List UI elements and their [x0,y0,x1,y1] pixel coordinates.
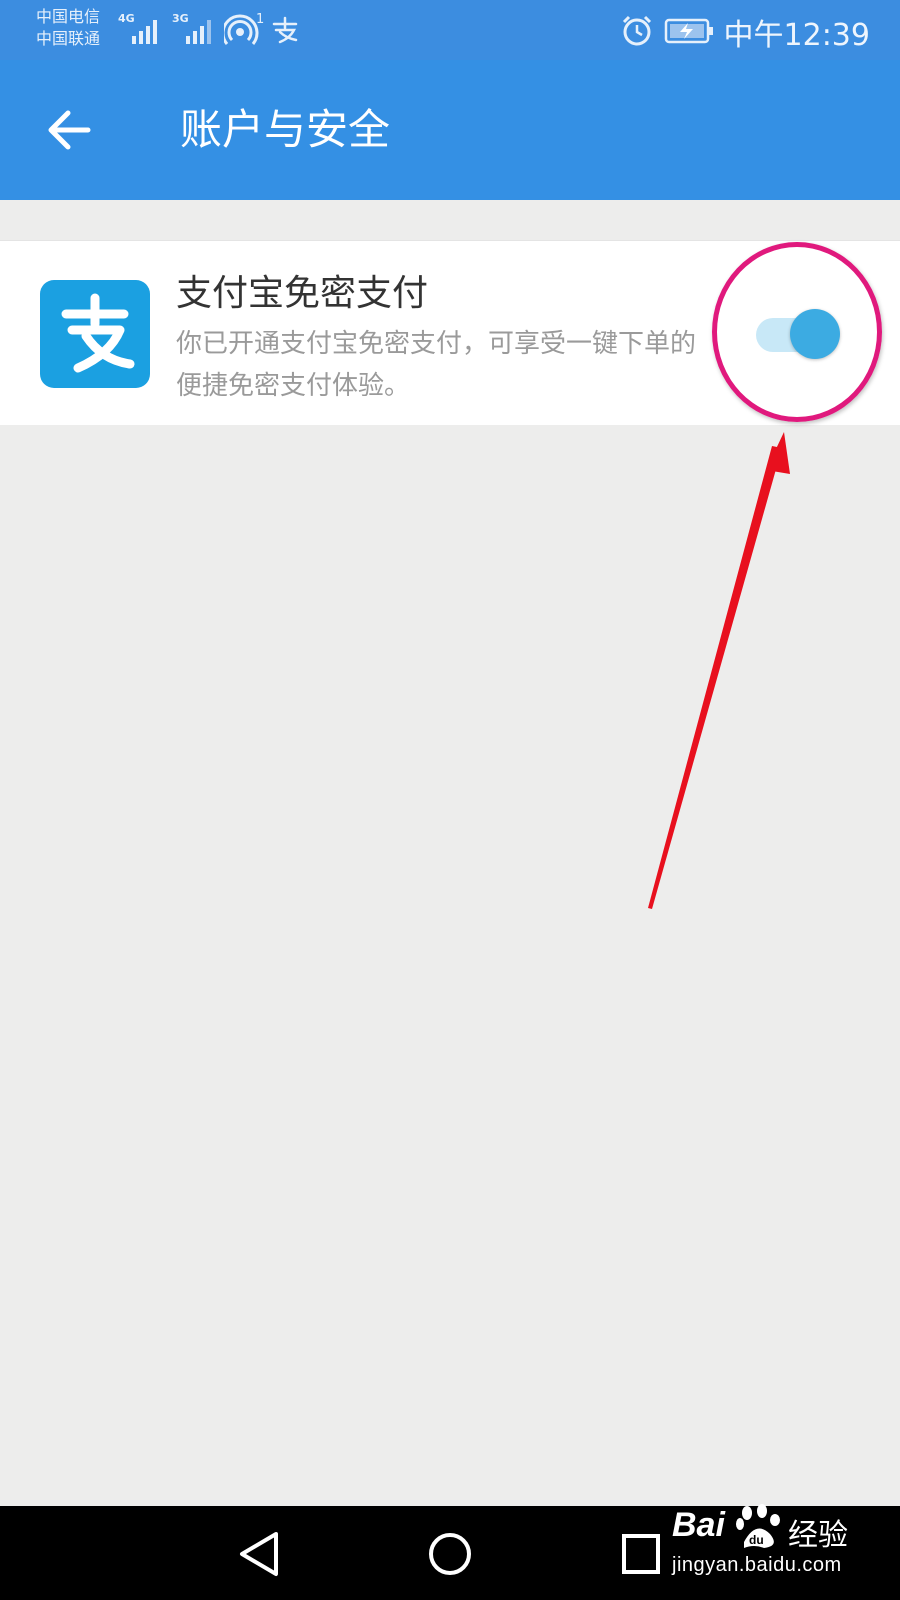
page-title: 账户与安全 [180,105,391,154]
alipay-status-icon [272,16,298,44]
alipay-password-free-setting: 支 支付宝免密支付 你已开通支付宝免密支付，可享受一键下单的便捷免密支付体验。 [0,240,900,425]
signal-bars-icon [132,20,157,44]
square-recents-icon [622,1534,660,1574]
battery-charging-icon [664,18,713,44]
app-bar: 账户与安全 [0,60,900,200]
alipay-logo-icon: 支 [40,280,150,388]
clock: 中午12:39 [723,18,870,53]
carrier-info: 中国电信 中国联通 [36,6,100,50]
alarm-clock-icon [622,15,652,46]
back-button[interactable] [40,100,100,160]
nav-back-button[interactable] [232,1528,292,1580]
hotspot-count: 1 [256,12,265,27]
navigation-bar [0,1506,900,1600]
toggle-thumb [790,309,840,359]
nav-home-button[interactable] [420,1528,480,1580]
password-free-toggle[interactable] [756,309,842,359]
nav-recents-button[interactable] [612,1528,672,1580]
circle-home-icon [429,1533,471,1575]
carrier-2-label: 中国联通 [36,29,101,48]
setting-description: 你已开通支付宝免密支付，可享受一键下单的便捷免密支付体验。 [176,329,697,401]
alipay-logo-glyph: 支 [40,280,41,281]
signal-bars-icon [186,20,211,44]
carrier-1-label: 中国电信 [36,7,101,26]
setting-title: 支付宝免密支付 [176,273,429,314]
triangle-back-icon [240,1532,278,1576]
status-bar: 中国电信 中国联通 4G 3G 1 中午12:39 [0,0,900,60]
arrow-left-icon [48,110,91,150]
